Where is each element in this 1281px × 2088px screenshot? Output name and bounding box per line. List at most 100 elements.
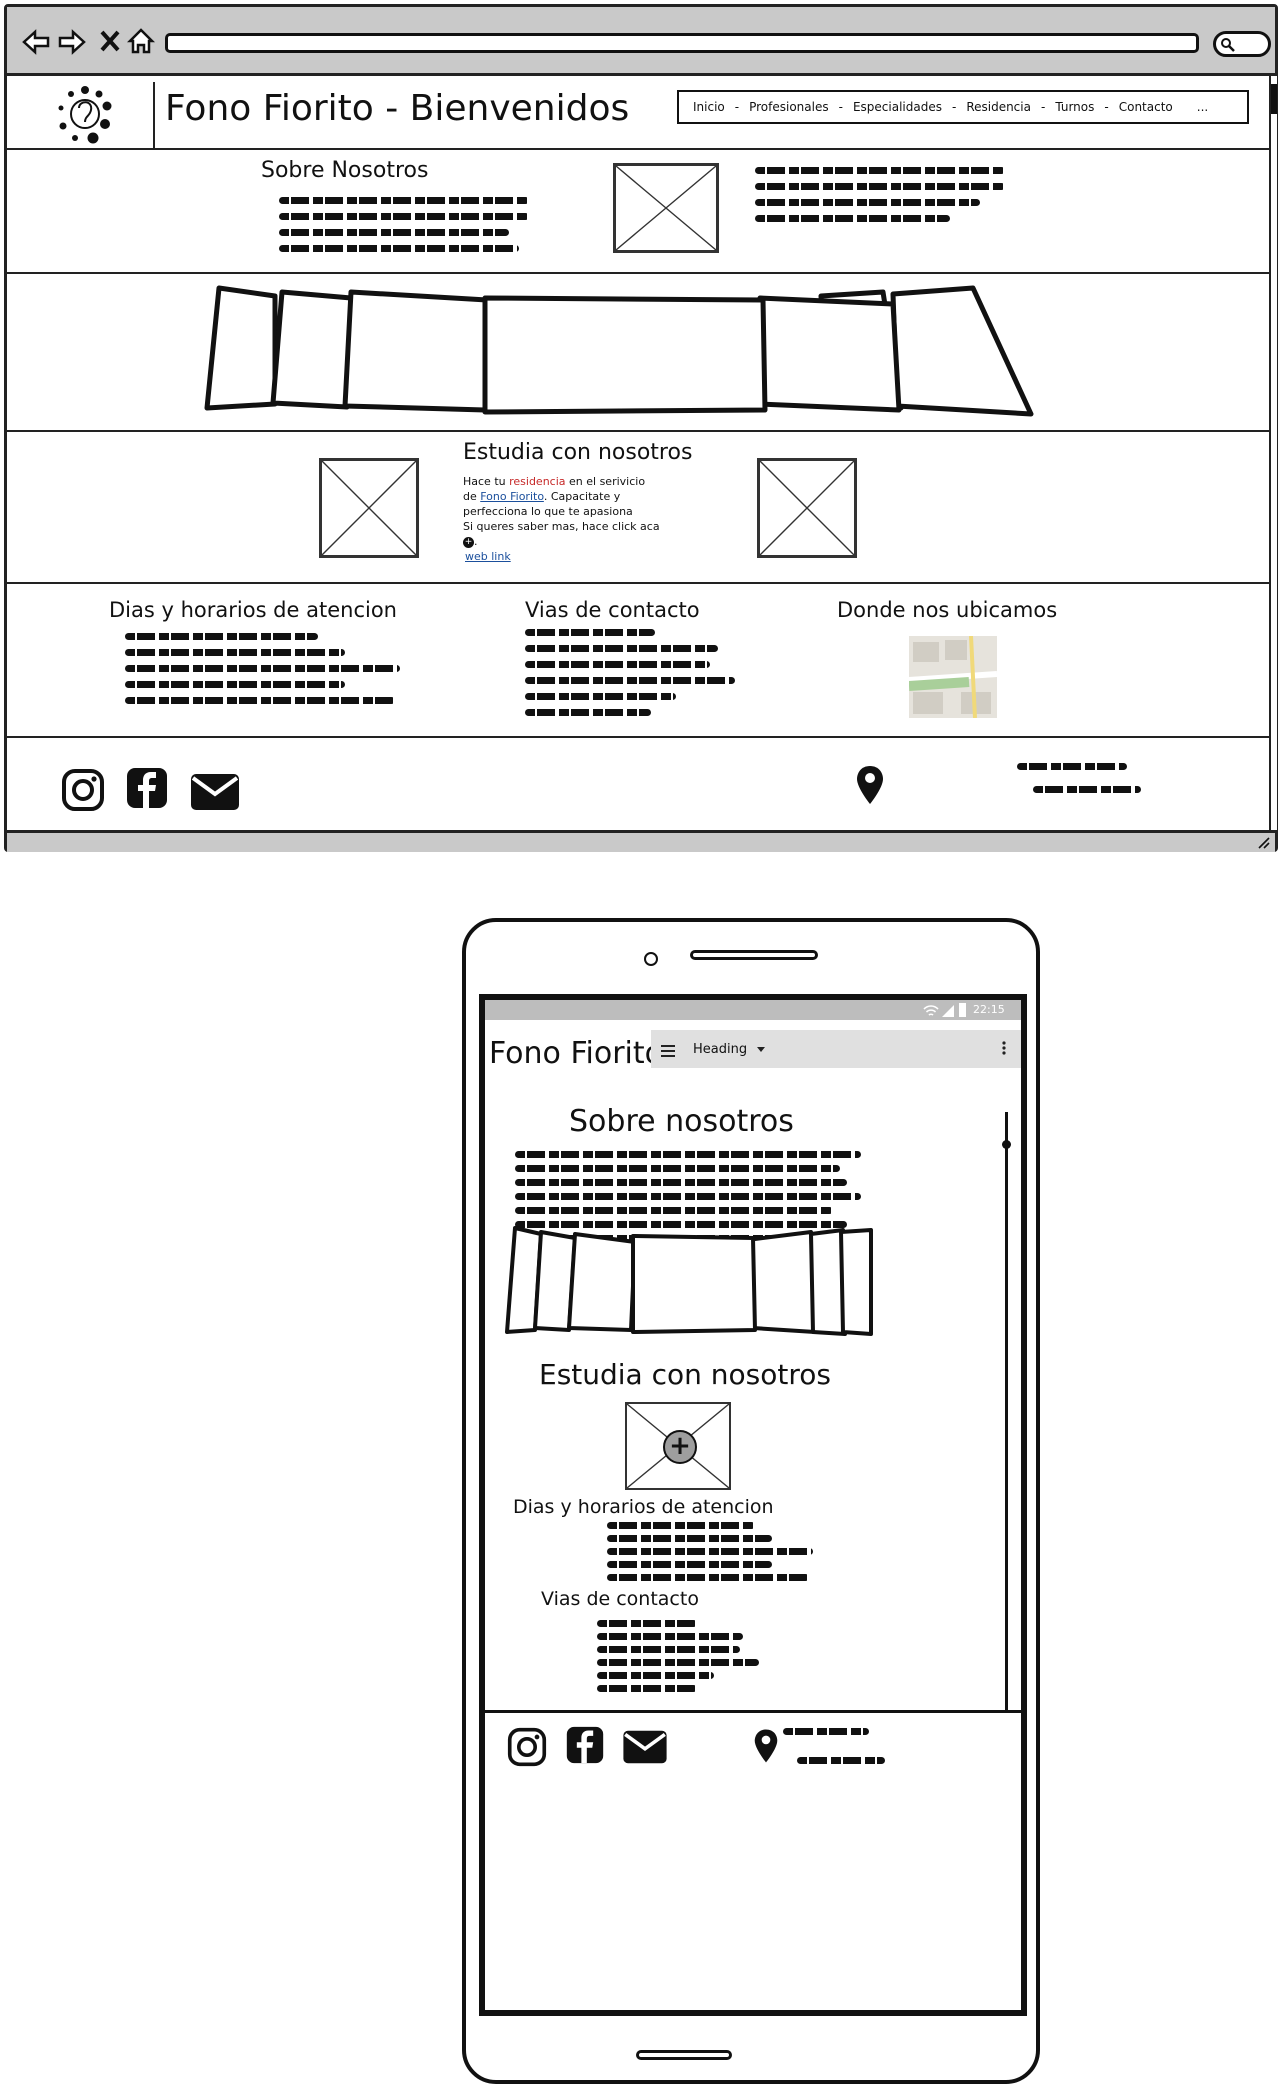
- mobile-study-heading: Estudia con nosotros: [539, 1358, 831, 1391]
- logo-icon[interactable]: [53, 84, 117, 144]
- nav-item-especialidades[interactable]: Especialidades: [853, 100, 942, 114]
- text-line: [525, 645, 719, 652]
- mail-icon[interactable]: [621, 1729, 669, 1765]
- text-line: [279, 197, 529, 204]
- nav-item-more[interactable]: ...: [1197, 100, 1208, 114]
- facebook-icon[interactable]: [565, 1725, 605, 1765]
- nav-item-inicio[interactable]: Inicio: [693, 100, 725, 114]
- mobile-scrollbar[interactable]: [1002, 1112, 1011, 1712]
- fono-fiorito-link[interactable]: Fono Fiorito: [480, 490, 544, 503]
- mobile-about-heading: Sobre nosotros: [569, 1104, 794, 1139]
- study-line-1: Hace tu residencia en el serivicio: [463, 474, 663, 489]
- study-text: . Capacitate y: [543, 490, 621, 503]
- location-map[interactable]: [909, 636, 997, 718]
- mobile-study-image[interactable]: +: [625, 1402, 731, 1490]
- text-line: [755, 183, 1005, 190]
- speaker-grille: [690, 950, 818, 960]
- mobile-address-text: [783, 1719, 893, 1773]
- text-line: [125, 665, 400, 672]
- map-pin-icon[interactable]: [855, 764, 885, 806]
- nav-item-turnos[interactable]: Turnos: [1055, 100, 1094, 114]
- wifi-icon: [923, 1003, 939, 1017]
- text-line: [1017, 763, 1128, 770]
- status-time: 22:15: [973, 1003, 1005, 1016]
- about-section: Sobre Nosotros: [7, 148, 1269, 274]
- study-image-left: [319, 458, 419, 558]
- text-line: [515, 1207, 834, 1214]
- toolbar-heading-label: Heading: [693, 1042, 748, 1057]
- mobile-brand-title: Fono Fiorito: [489, 1036, 663, 1071]
- mail-icon[interactable]: [189, 772, 241, 812]
- text-line: [597, 1672, 714, 1679]
- search-field[interactable]: [1213, 31, 1271, 57]
- study-line-4: Si queres saber mas, hace click aca +.: [463, 520, 660, 548]
- text-line: [279, 213, 529, 220]
- mobile-contact-heading: Vias de contacto: [541, 1588, 699, 1610]
- home-icon[interactable]: [126, 27, 156, 55]
- page-scrollbar[interactable]: [1269, 76, 1277, 830]
- nav-item-profesionales[interactable]: Profesionales: [749, 100, 829, 114]
- study-text: Si queres saber mas, hace click aca: [463, 520, 660, 533]
- study-text: de: [463, 490, 481, 503]
- add-circle-icon[interactable]: +: [663, 1430, 697, 1464]
- home-button[interactable]: [636, 2050, 732, 2060]
- study-heading: Estudia con nosotros: [463, 440, 693, 465]
- scrollbar-thumb[interactable]: [1271, 84, 1277, 114]
- forward-arrow-icon[interactable]: [57, 27, 87, 57]
- front-camera: [644, 952, 658, 966]
- nav-item-residencia[interactable]: Residencia: [966, 100, 1031, 114]
- instagram-icon[interactable]: [507, 1727, 547, 1767]
- image-carousel[interactable]: [7, 274, 1269, 432]
- address-bar[interactable]: [165, 33, 1199, 53]
- text-line: [279, 229, 509, 236]
- browser-toolbar: [7, 7, 1275, 76]
- kebab-menu-icon[interactable]: [1001, 1040, 1007, 1056]
- mobile-hours-heading: Dias y horarios de atencion: [513, 1496, 774, 1518]
- battery-icon: [959, 1003, 966, 1017]
- nav-separator: -: [1040, 100, 1046, 114]
- residencia-highlight: residencia: [509, 475, 566, 488]
- mobile-toolbar: Heading: [651, 1030, 1021, 1068]
- text-line: [525, 629, 656, 636]
- browser-status-bar: [7, 830, 1275, 852]
- text-line: [515, 1151, 861, 1158]
- text-line: [597, 1685, 698, 1692]
- about-image-placeholder: [613, 163, 719, 253]
- resize-grip-icon[interactable]: [1257, 835, 1271, 849]
- info-section: Dias y horarios de atencion Vias de cont…: [7, 584, 1269, 738]
- text-line: [515, 1193, 861, 1200]
- study-image-right: [757, 458, 857, 558]
- hours-heading: Dias y horarios de atencion: [109, 598, 397, 622]
- mobile-scroll-thumb[interactable]: [1002, 1140, 1011, 1149]
- text-line: [525, 661, 710, 668]
- nav-separator: -: [1104, 100, 1109, 114]
- toolbar-heading-dropdown[interactable]: Heading: [693, 1042, 766, 1057]
- instagram-icon[interactable]: [61, 768, 105, 812]
- close-icon[interactable]: [99, 29, 121, 53]
- search-icon: [1220, 37, 1236, 53]
- address-text: [1017, 754, 1141, 802]
- site-header: Fono Fiorito - Bienvenidos Inicio - Profe…: [7, 76, 1269, 150]
- text-line: [125, 681, 345, 688]
- about-text-left: [279, 188, 529, 261]
- nav-item-contacto[interactable]: Contacto: [1119, 100, 1173, 114]
- mobile-carousel[interactable]: [505, 1222, 877, 1340]
- signal-icon: [941, 1003, 955, 1017]
- mobile-status-bar: 22:15: [485, 1000, 1021, 1020]
- mobile-hours-text: [607, 1516, 813, 1587]
- mobile-footer: [485, 1710, 1021, 2010]
- facebook-icon[interactable]: [125, 766, 169, 810]
- web-link[interactable]: web link: [465, 549, 663, 564]
- mobile-contact-text: [597, 1614, 759, 1698]
- back-arrow-icon[interactable]: [21, 27, 51, 57]
- text-line: [607, 1522, 756, 1529]
- study-text: Hace tu: [463, 475, 510, 488]
- text-line: [607, 1561, 772, 1568]
- hamburger-icon[interactable]: [661, 1042, 675, 1057]
- text-line: [125, 649, 345, 656]
- map-pin-icon[interactable]: [753, 1727, 779, 1765]
- add-circle-icon[interactable]: +: [463, 536, 474, 548]
- location-heading: Donde nos ubicamos: [837, 598, 1058, 622]
- text-line: [1033, 786, 1141, 793]
- nav-separator: -: [951, 100, 957, 114]
